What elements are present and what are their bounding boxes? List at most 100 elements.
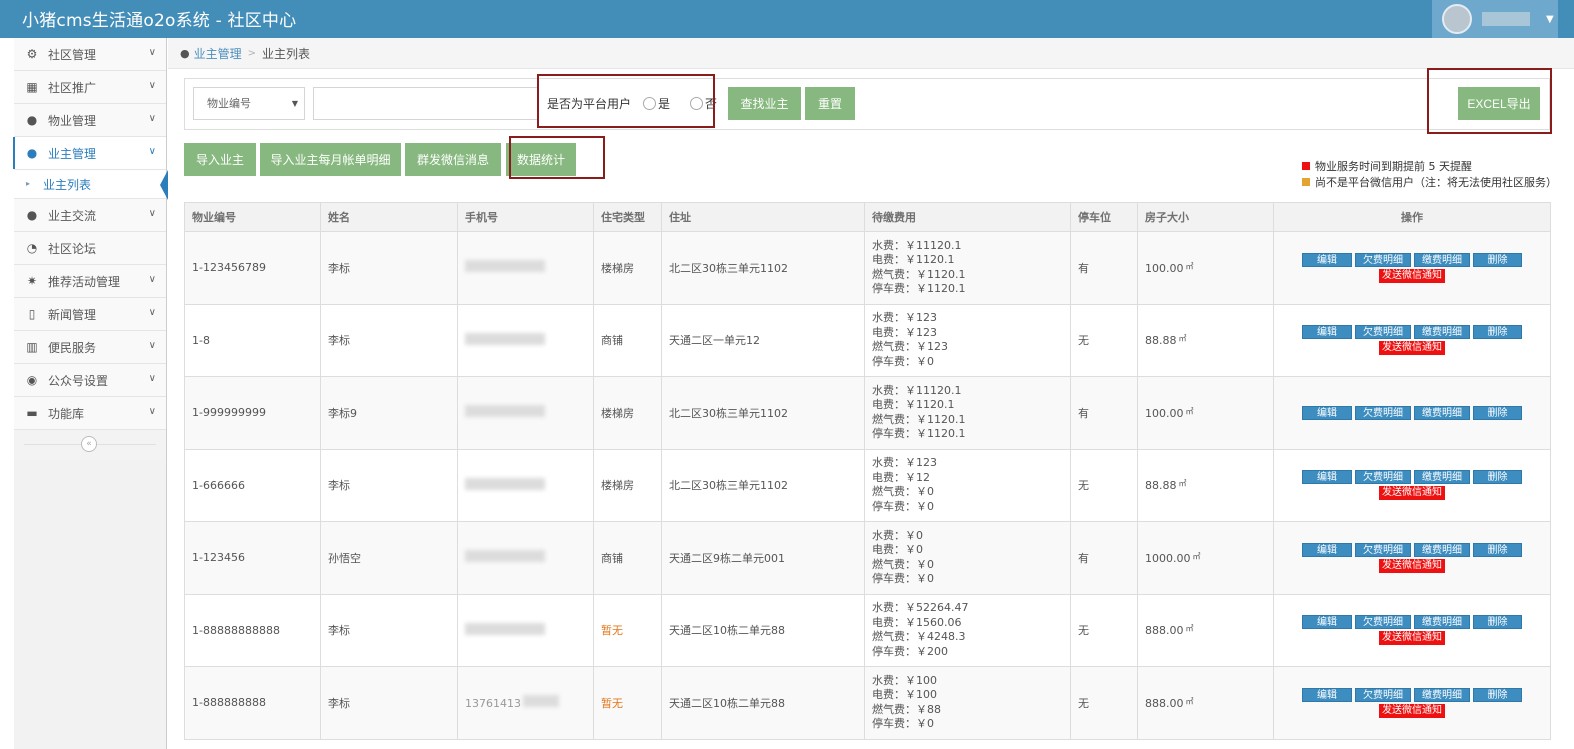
send-wechat-notify-button[interactable]: 发送微信通知 (1379, 703, 1445, 718)
search-owner-button[interactable]: 查找业主 (728, 87, 801, 120)
parking-text: 有 (1078, 261, 1089, 275)
app-title: 小猪cms生活通o2o系统 - 社区中心 (22, 11, 297, 31)
sidebar-item[interactable]: ● 业主交流 ∨ (14, 199, 166, 232)
paid-detail-button[interactable]: 缴费明细 (1414, 542, 1470, 557)
arrears-detail-button[interactable]: 欠费明细 (1355, 405, 1411, 420)
arrears-detail-button[interactable]: 欠费明细 (1355, 470, 1411, 485)
sidebar-item[interactable]: ✷ 推荐活动管理 ∨ (14, 265, 166, 298)
chevron-down-icon: ∨ (148, 340, 156, 351)
cell-phone (457, 376, 594, 450)
mass-wechat-button[interactable]: 群发微信消息 (405, 143, 501, 176)
edit-button[interactable]: 编辑 (1302, 687, 1352, 702)
keyword-input[interactable] (313, 87, 538, 120)
red-square-icon (1302, 162, 1310, 170)
sidebar-item[interactable]: ▬ 功能库 ∨ (14, 397, 166, 430)
owner-table: 物业编号 姓名 手机号 住宅类型 住址 待缴费用 停车位 房子大小 操作 1-123456789… (184, 202, 1551, 740)
paid-detail-button[interactable]: 缴费明细 (1414, 615, 1470, 630)
column-header: 住址 (661, 202, 865, 232)
sidebar-item[interactable]: ▥ 便民服务 ∨ (14, 331, 166, 364)
chevron-down-icon: ∨ (148, 373, 156, 384)
arrears-detail-button[interactable]: 欠费明细 (1355, 542, 1411, 557)
field-select-value: 物业编号 (207, 97, 251, 110)
arrears-detail-button[interactable]: 欠费明细 (1355, 325, 1411, 340)
sidebar-item[interactable]: ● 业主管理 ∨ (13, 137, 166, 170)
op-buttons: 编辑 欠费明细 缴费明细 删除 (1274, 325, 1550, 340)
wechat-icon: ◉ (26, 373, 38, 387)
type-text: 楼梯房 (601, 479, 634, 493)
cell-ops: 编辑 欠费明细 缴费明细 删除发送微信通知 (1273, 231, 1551, 305)
fee-line: 停车费：￥0 (872, 354, 934, 368)
sidebar-item[interactable]: ◉ 公众号设置 ∨ (14, 364, 166, 397)
send-wechat-notify-button[interactable]: 发送微信通知 (1379, 341, 1445, 356)
send-wechat-notify-button[interactable]: 发送微信通知 (1379, 558, 1445, 573)
code-text: 1-88888888888 (192, 623, 280, 637)
cell-size: 888.00 ㎡ (1137, 666, 1274, 740)
column-header: 停车位 (1070, 202, 1138, 232)
arrears-detail-button[interactable]: 欠费明细 (1355, 615, 1411, 630)
edit-button[interactable]: 编辑 (1302, 252, 1352, 267)
fee-line: 燃气费：￥0 (872, 485, 934, 499)
reset-button[interactable]: 重置 (805, 87, 855, 120)
name-text: 李标9 (328, 406, 357, 420)
comment-icon: ◔ (26, 241, 38, 255)
paid-detail-button[interactable]: 缴费明细 (1414, 325, 1470, 340)
phone-blurred (465, 260, 545, 273)
column-header: 操作 (1273, 202, 1551, 232)
breadcrumb-current: 业主列表 (262, 46, 311, 61)
sidebar-item[interactable]: ▦ 社区推广 ∨ (14, 71, 166, 104)
import-owner-button[interactable]: 导入业主 (184, 143, 256, 176)
paid-detail-button[interactable]: 缴费明细 (1414, 687, 1470, 702)
paid-detail-button[interactable]: 缴费明细 (1414, 470, 1470, 485)
chevron-down-icon: ∨ (148, 47, 156, 58)
sidebar-item[interactable]: ⚙ 社区管理 ∨ (14, 38, 166, 71)
paid-detail-button[interactable]: 缴费明细 (1414, 405, 1470, 420)
edit-button[interactable]: 编辑 (1302, 405, 1352, 420)
sidebar-item[interactable]: ● 物业管理 ∨ (14, 104, 166, 137)
delete-button[interactable]: 删除 (1473, 687, 1522, 702)
name-text: 李标 (328, 261, 350, 275)
import-monthly-bill-button[interactable]: 导入业主每月帐单明细 (260, 143, 401, 176)
size-text: 100.00 (1145, 261, 1184, 275)
edit-button[interactable]: 编辑 (1302, 325, 1352, 340)
field-select[interactable]: 物业编号 ▼ (193, 87, 305, 120)
columns-icon: ▥ (26, 340, 38, 354)
edit-button[interactable]: 编辑 (1302, 542, 1352, 557)
edit-button[interactable]: 编辑 (1302, 615, 1352, 630)
paid-detail-button[interactable]: 缴费明细 (1414, 252, 1470, 267)
cell-size: 88.88 ㎡ (1137, 303, 1274, 377)
type-text: 楼梯房 (601, 261, 634, 275)
delete-button[interactable]: 删除 (1473, 325, 1522, 340)
cell-type: 暂无 (593, 593, 662, 667)
orange-square-icon (1302, 178, 1310, 186)
name-text: 李标 (328, 479, 350, 493)
fee-line: 停车费：￥1120.1 (872, 427, 966, 441)
delete-button[interactable]: 删除 (1473, 542, 1522, 557)
delete-button[interactable]: 删除 (1473, 252, 1522, 267)
delete-button[interactable]: 删除 (1473, 470, 1522, 485)
edit-button[interactable]: 编辑 (1302, 470, 1352, 485)
send-wechat-notify-button[interactable]: 发送微信通知 (1379, 486, 1445, 501)
user-menu[interactable]: ▼ (1432, 0, 1558, 38)
collapse-sidebar-icon[interactable]: « (81, 436, 97, 452)
sidebar-item[interactable]: ◔ 社区论坛 (14, 232, 166, 265)
column-header: 住宅类型 (593, 202, 662, 232)
fee-line: 燃气费：￥1120.1 (872, 267, 966, 281)
cell-fees: 水费：￥11120.1 电费：￥1120.1 燃气费：￥1120.1 停车费：￥112… (864, 376, 1071, 450)
cell-phone (457, 521, 594, 595)
breadcrumb-parent-link[interactable]: 业主管理 (194, 45, 242, 62)
fee-line: 停车费：￥0 (872, 572, 934, 586)
cell-address: 天通二区10栋二单元88 (661, 593, 865, 667)
cell-code: 1-999999999 (184, 376, 321, 450)
sidebar-subitem[interactable]: ▸ 业主列表 (14, 170, 168, 200)
sidebar-item[interactable]: ▯ 新闻管理 ∨ (14, 298, 166, 331)
arrears-detail-button[interactable]: 欠费明细 (1355, 687, 1411, 702)
arrears-detail-button[interactable]: 欠费明细 (1355, 252, 1411, 267)
cell-parking: 有 (1070, 231, 1138, 305)
name-text: 李标 (328, 696, 350, 710)
send-wechat-notify-button[interactable]: 发送微信通知 (1379, 631, 1445, 646)
delete-button[interactable]: 删除 (1473, 615, 1522, 630)
send-wechat-notify-button[interactable]: 发送微信通知 (1379, 268, 1445, 283)
type-text: 商铺 (601, 551, 623, 565)
delete-button[interactable]: 删除 (1473, 405, 1522, 420)
phone-blurred (465, 477, 545, 490)
